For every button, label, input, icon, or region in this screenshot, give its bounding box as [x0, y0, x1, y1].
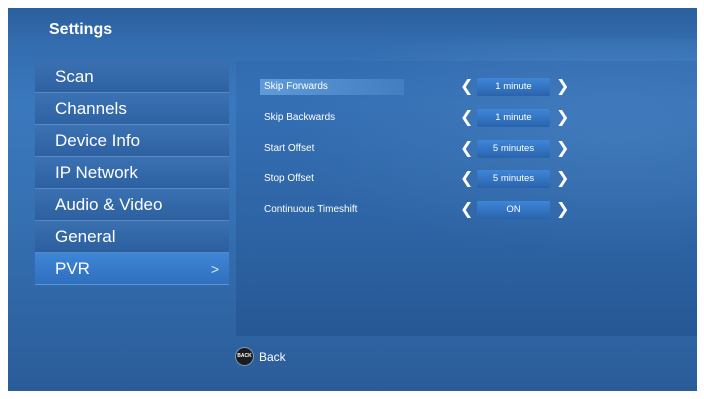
chevron-right-icon[interactable]: ❯ — [556, 108, 569, 128]
sidebar-item-label: IP Network — [55, 163, 138, 182]
sidebar-item-general[interactable]: General — [35, 221, 229, 253]
chevron-right-icon[interactable]: ❯ — [556, 77, 569, 97]
sidebar-item-ip-network[interactable]: IP Network — [35, 157, 229, 189]
setting-row-skip-forwards: Skip Forwards ❮ 1 minute ❯ — [236, 77, 697, 97]
chevron-right-icon[interactable]: ❯ — [556, 169, 569, 189]
screen: Settings Scan Channels Device Info IP Ne… — [8, 8, 697, 391]
sidebar-item-channels[interactable]: Channels — [35, 93, 229, 125]
setting-row-start-offset: Start Offset ❮ 5 minutes ❯ — [236, 139, 697, 159]
settings-panel: Skip Forwards ❮ 1 minute ❯ Skip Backward… — [236, 61, 697, 336]
setting-row-skip-backwards: Skip Backwards ❮ 1 minute ❯ — [236, 108, 697, 128]
setting-row-stop-offset: Stop Offset ❮ 5 minutes ❯ — [236, 169, 697, 189]
setting-row-continuous-timeshift: Continuous Timeshift ❮ ON ❯ — [236, 200, 697, 220]
setting-label[interactable]: Stop Offset — [260, 171, 318, 187]
back-label: Back — [259, 349, 286, 364]
chevron-left-icon[interactable]: ❮ — [460, 108, 473, 128]
sidebar-item-label: Audio & Video — [55, 195, 163, 214]
chevron-left-icon[interactable]: ❮ — [460, 200, 473, 220]
chevron-right-icon[interactable]: ❯ — [556, 200, 569, 220]
setting-value[interactable]: 1 minute — [477, 78, 550, 96]
setting-label[interactable]: Skip Backwards — [260, 110, 339, 126]
sidebar-item-label: Scan — [55, 67, 94, 86]
sidebar-item-audio-video[interactable]: Audio & Video — [35, 189, 229, 221]
sidebar-item-label: Channels — [55, 99, 127, 118]
setting-label[interactable]: Continuous Timeshift — [260, 202, 361, 218]
sidebar-item-label: Device Info — [55, 131, 141, 150]
back-remote-icon: BACK — [236, 348, 253, 366]
chevron-left-icon[interactable]: ❮ — [460, 77, 473, 97]
chevron-left-icon[interactable]: ❮ — [460, 169, 473, 189]
setting-value[interactable]: 5 minutes — [477, 170, 550, 188]
sidebar-item-scan[interactable]: Scan — [35, 61, 229, 93]
back-button[interactable]: BACK Back — [236, 345, 286, 367]
chevron-right-icon: > — [210, 261, 219, 277]
sidebar-item-device-info[interactable]: Device Info — [35, 125, 229, 157]
chevron-right-icon[interactable]: ❯ — [556, 139, 569, 159]
setting-value[interactable]: ON — [477, 201, 550, 219]
setting-value[interactable]: 5 minutes — [477, 140, 550, 158]
chevron-left-icon[interactable]: ❮ — [460, 139, 473, 159]
page-title: Settings — [49, 21, 113, 38]
setting-value[interactable]: 1 minute — [477, 109, 550, 127]
sidebar-item-pvr[interactable]: PVR > — [35, 253, 229, 285]
setting-label[interactable]: Start Offset — [260, 141, 318, 157]
setting-label[interactable]: Skip Forwards — [260, 79, 404, 95]
sidebar-menu: Scan Channels Device Info IP Network Aud… — [35, 61, 229, 285]
sidebar-item-label: PVR — [55, 259, 90, 278]
sidebar-item-label: General — [55, 227, 116, 246]
